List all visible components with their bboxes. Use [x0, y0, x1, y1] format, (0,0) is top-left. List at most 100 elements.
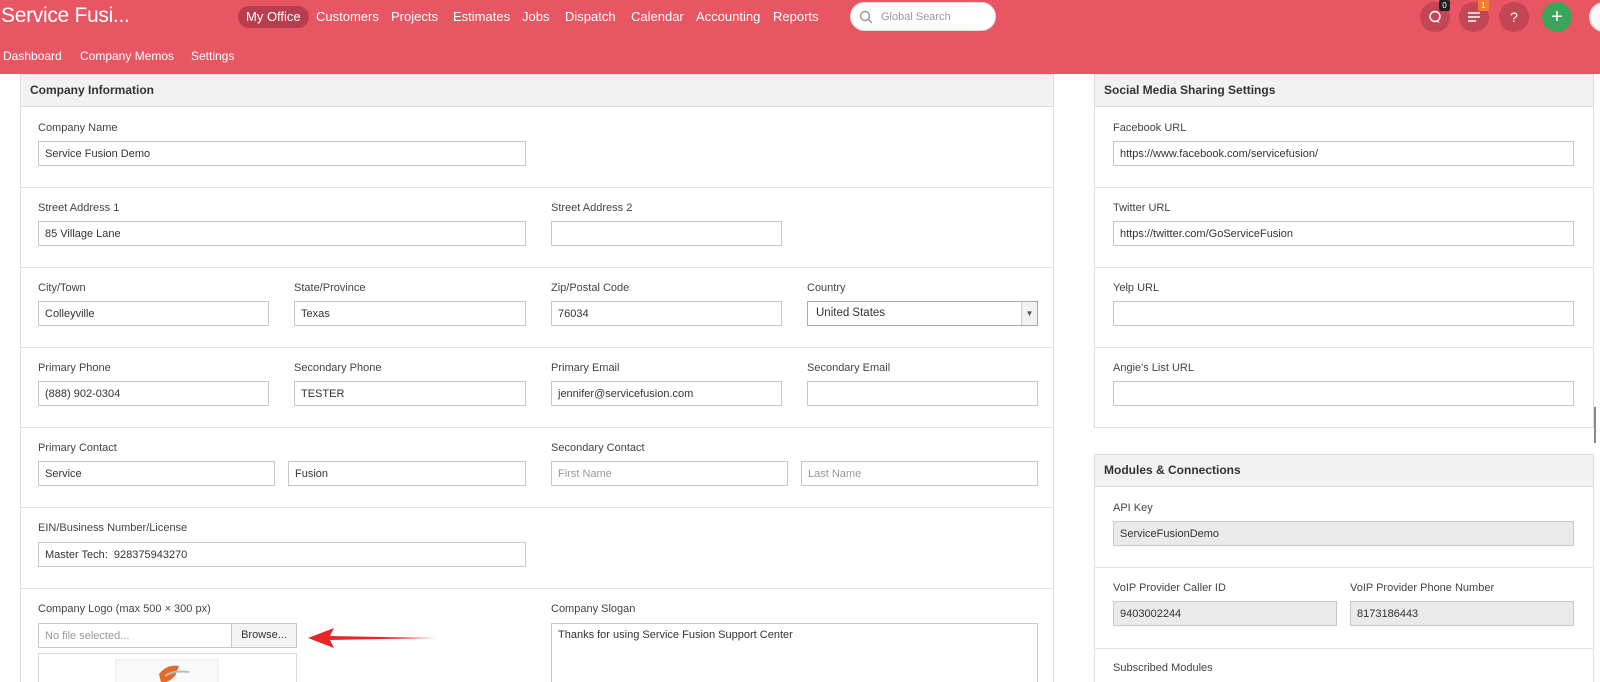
nav-reports[interactable]: Reports — [765, 6, 827, 28]
angies-list-url-label: Angie's List URL — [1113, 362, 1194, 374]
row-divider — [21, 507, 1053, 508]
twitter-url-input[interactable] — [1113, 221, 1574, 246]
primary-phone-input[interactable] — [38, 381, 269, 406]
secondary-phone-label: Secondary Phone — [294, 362, 382, 374]
plus-icon: + — [1551, 6, 1563, 28]
subnav-settings[interactable]: Settings — [191, 49, 234, 63]
secondary-email-label: Secondary Email — [807, 362, 891, 374]
row-divider — [21, 347, 1053, 348]
help-icon: ? — [1510, 9, 1518, 25]
scrollbar-thumb[interactable] — [1594, 407, 1596, 443]
company-name-input[interactable] — [38, 141, 526, 166]
nav-jobs[interactable]: Jobs — [514, 6, 557, 28]
yelp-url-input[interactable] — [1113, 301, 1574, 326]
primary-contact-label: Primary Contact — [38, 442, 117, 454]
primary-contact-first-input[interactable] — [38, 461, 275, 486]
nav-customers[interactable]: Customers — [308, 6, 387, 28]
subnav-dashboard[interactable]: Dashboard — [3, 49, 62, 63]
annotation-arrow-icon — [308, 628, 436, 648]
voip-phone-number-label: VoIP Provider Phone Number — [1350, 582, 1495, 594]
company-information-panel: Company Information Company Name Street … — [20, 74, 1054, 682]
dropdown-arrow-icon: ▼ — [1021, 302, 1037, 325]
global-search-input[interactable] — [881, 9, 989, 25]
state-input[interactable] — [294, 301, 526, 326]
row-divider — [21, 187, 1053, 188]
facebook-url-input[interactable] — [1113, 141, 1574, 166]
voip-caller-id-label: VoIP Provider Caller ID — [1113, 582, 1226, 594]
secondary-contact-last-input[interactable] — [801, 461, 1038, 486]
secondary-phone-input[interactable] — [294, 381, 526, 406]
primary-phone-label: Primary Phone — [38, 362, 111, 374]
tasks-button[interactable]: 1 — [1459, 0, 1489, 32]
subscribed-modules-label: Subscribed Modules — [1113, 662, 1213, 674]
chat-count-badge: 0 — [1439, 0, 1450, 11]
app-title[interactable]: Service Fusi... — [1, 4, 130, 28]
list-icon — [1468, 12, 1480, 22]
city-input[interactable] — [38, 301, 269, 326]
state-label: State/Province — [294, 282, 366, 294]
nav-estimates[interactable]: Estimates — [445, 6, 518, 28]
row-divider — [21, 588, 1053, 589]
company-slogan-textarea[interactable]: Thanks for using Service Fusion Support … — [551, 623, 1038, 682]
street-address-2-label: Street Address 2 — [551, 202, 633, 214]
city-label: City/Town — [38, 282, 86, 294]
ein-input[interactable] — [38, 542, 526, 567]
twitter-url-label: Twitter URL — [1113, 202, 1171, 214]
company-logo-preview — [38, 653, 297, 682]
global-search[interactable] — [850, 2, 996, 31]
logo-file-input[interactable] — [38, 623, 232, 648]
zip-label: Zip/Postal Code — [551, 282, 630, 294]
row-divider — [1095, 648, 1593, 649]
street-address-1-label: Street Address 1 — [38, 202, 120, 214]
modules-connections-header: Modules & Connections — [1095, 455, 1593, 487]
top-navigation-bar: Service Fusi... My Office Customers Proj… — [0, 0, 1600, 40]
social-media-panel: Social Media Sharing Settings Facebook U… — [1094, 74, 1594, 428]
api-key-input[interactable] — [1113, 521, 1574, 546]
country-label: Country — [807, 282, 846, 294]
tasks-count-badge: 1 — [1478, 0, 1489, 11]
zip-input[interactable] — [551, 301, 782, 326]
row-divider — [1095, 267, 1593, 268]
angies-list-url-input[interactable] — [1113, 381, 1574, 406]
sub-navigation-bar: Dashboard Company Memos Settings — [0, 40, 1600, 74]
company-information-header: Company Information — [21, 75, 1053, 107]
modules-connections-panel: Modules & Connections API Key VoIP Provi… — [1094, 454, 1594, 682]
street-address-2-input[interactable] — [551, 221, 782, 246]
primary-email-input[interactable] — [551, 381, 782, 406]
chat-bubble-icon — [1429, 10, 1441, 23]
row-divider — [1095, 347, 1593, 348]
ein-label: EIN/Business Number/License — [38, 522, 188, 534]
subnav-company-memos[interactable]: Company Memos — [80, 49, 174, 63]
primary-contact-last-input[interactable] — [288, 461, 526, 486]
row-divider — [1095, 187, 1593, 188]
nav-accounting[interactable]: Accounting — [688, 6, 768, 28]
company-logo-image — [115, 659, 219, 682]
secondary-contact-first-input[interactable] — [551, 461, 788, 486]
street-address-1-input[interactable] — [38, 221, 526, 246]
nav-dispatch[interactable]: Dispatch — [557, 6, 624, 28]
nav-projects[interactable]: Projects — [383, 6, 446, 28]
help-button[interactable]: ? — [1499, 2, 1529, 32]
company-logo-label: Company Logo (max 500 × 300 px) — [38, 603, 211, 615]
social-media-header: Social Media Sharing Settings — [1095, 75, 1593, 107]
row-divider — [21, 427, 1053, 428]
user-avatar[interactable] — [1589, 2, 1600, 32]
company-name-label: Company Name — [38, 122, 118, 134]
nav-calendar[interactable]: Calendar — [623, 6, 692, 28]
add-new-button[interactable]: + — [1542, 2, 1572, 32]
browse-button[interactable]: Browse... — [231, 623, 297, 648]
row-divider — [1095, 567, 1593, 568]
nav-my-office[interactable]: My Office — [238, 6, 309, 28]
voip-phone-number-input[interactable] — [1350, 601, 1574, 626]
row-divider — [21, 267, 1053, 268]
api-key-label: API Key — [1113, 502, 1153, 514]
country-select[interactable]: United States ▼ — [807, 301, 1038, 326]
chat-button[interactable]: 0 — [1420, 0, 1450, 32]
company-slogan-label: Company Slogan — [551, 603, 636, 615]
search-icon — [859, 10, 873, 24]
country-selected-value: United States — [816, 307, 886, 319]
facebook-url-label: Facebook URL — [1113, 122, 1187, 134]
yelp-url-label: Yelp URL — [1113, 282, 1160, 294]
secondary-email-input[interactable] — [807, 381, 1038, 406]
voip-caller-id-input[interactable] — [1113, 601, 1337, 626]
